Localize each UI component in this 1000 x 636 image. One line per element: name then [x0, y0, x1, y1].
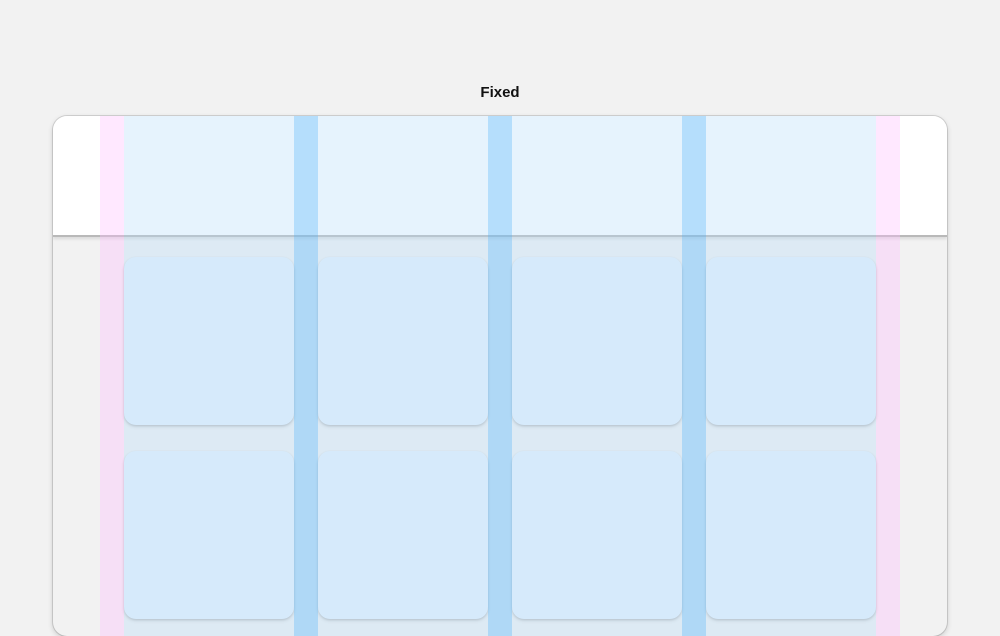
device-frame — [53, 116, 947, 636]
grid-column — [124, 116, 294, 636]
gutter — [488, 116, 512, 636]
grid-column — [318, 116, 488, 636]
grid-column — [706, 116, 876, 636]
page-title: Fixed — [480, 84, 520, 101]
gutter — [294, 116, 318, 636]
gutter — [682, 116, 706, 636]
left-margin — [100, 116, 124, 636]
grid-column — [512, 116, 682, 636]
right-margin — [876, 116, 900, 636]
